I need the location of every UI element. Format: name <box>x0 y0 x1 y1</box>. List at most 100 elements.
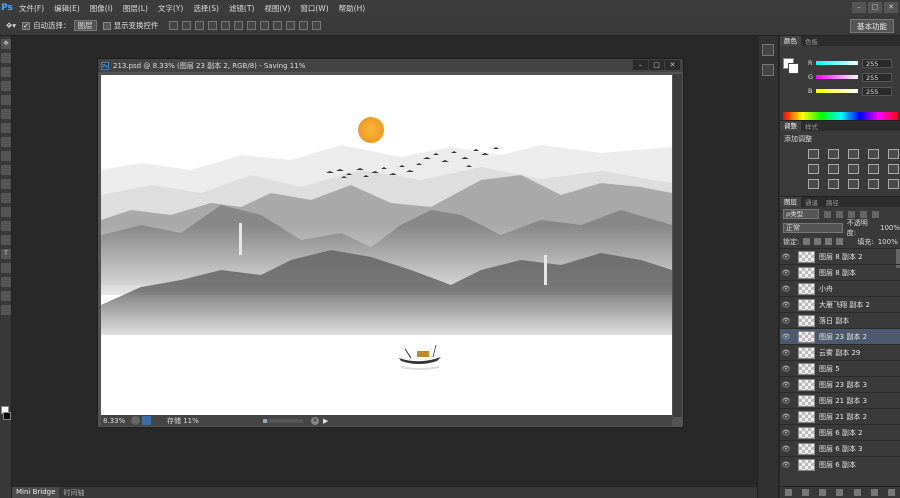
menu-view[interactable]: 视图(V) <box>259 3 295 14</box>
layer-row[interactable]: 👁 大雁飞翔 副本 2 <box>780 296 900 312</box>
visibility-eye-icon[interactable]: 👁 <box>780 461 792 469</box>
visibility-eye-icon[interactable]: 👁 <box>780 333 792 341</box>
quick-select-tool-icon[interactable] <box>1 81 11 91</box>
visibility-eye-icon[interactable]: 👁 <box>780 285 792 293</box>
healing-brush-tool-icon[interactable] <box>1 123 11 133</box>
eraser-tool-icon[interactable] <box>1 179 11 189</box>
opacity-value[interactable]: 100% <box>880 224 900 232</box>
align-left-icon[interactable] <box>207 21 217 30</box>
brush-tool-icon[interactable] <box>1 137 11 147</box>
history-panel-icon[interactable] <box>762 44 774 56</box>
hue-saturation-icon[interactable] <box>808 164 819 174</box>
doc-minimize-button[interactable]: – <box>633 60 648 70</box>
layer-row[interactable]: 👁 图层 23 副本 3 <box>780 376 900 392</box>
crop-tool-icon[interactable] <box>1 95 11 105</box>
visibility-eye-icon[interactable]: 👁 <box>780 349 792 357</box>
green-value-field[interactable]: 255 <box>862 72 892 82</box>
shape-tool-icon[interactable] <box>1 277 11 287</box>
menu-edit[interactable]: 编辑(E) <box>49 3 85 14</box>
dodge-tool-icon[interactable] <box>1 221 11 231</box>
layer-row[interactable]: 👁 图层 6 副本 3 <box>780 440 900 456</box>
show-transform-option[interactable]: 显示变换控件 <box>102 20 159 31</box>
trash-icon[interactable] <box>887 489 895 496</box>
filter-pixel-icon[interactable] <box>824 210 831 218</box>
lasso-tool-icon[interactable] <box>1 67 11 77</box>
layer-filter-dropdown[interactable]: ρ类型 <box>783 209 819 219</box>
align-right-icon[interactable] <box>233 21 243 30</box>
history-brush-tool-icon[interactable] <box>1 165 11 175</box>
zoom-level[interactable]: 8.33% <box>101 417 131 425</box>
brightness-contrast-icon[interactable] <box>808 149 819 159</box>
distribute-right-icon[interactable] <box>311 21 321 30</box>
blur-tool-icon[interactable] <box>1 207 11 217</box>
distribute-top-icon[interactable] <box>246 21 256 30</box>
link-icon[interactable] <box>785 489 793 496</box>
distribute-vcenter-icon[interactable] <box>259 21 269 30</box>
fx-icon[interactable] <box>802 489 810 496</box>
new-layer-icon[interactable] <box>870 489 878 496</box>
document-canvas[interactable] <box>101 75 672 415</box>
layer-row[interactable]: 👁 图层 21 副本 3 <box>780 392 900 408</box>
layer-row[interactable]: 👁 图层 8 副本 2 <box>780 248 900 264</box>
color-balance-icon[interactable] <box>828 164 839 174</box>
auto-select-checkbox[interactable]: ✓ <box>22 21 31 30</box>
visibility-eye-icon[interactable]: 👁 <box>780 301 792 309</box>
layer-row[interactable]: 👁 落日 副本 <box>780 312 900 328</box>
gradient-map-icon[interactable] <box>888 179 899 189</box>
fill-value[interactable]: 100% <box>878 238 898 246</box>
layer-row[interactable]: 👁 图层 23 副本 2 <box>780 328 900 344</box>
doc-close-button[interactable]: ✕ <box>665 60 680 70</box>
status-menu-arrow-icon[interactable]: ▶ <box>323 417 328 425</box>
align-top-icon[interactable] <box>168 21 178 30</box>
layer-row[interactable]: 👁 图层 6 副本 2 <box>780 424 900 440</box>
path-select-tool-icon[interactable] <box>1 263 11 273</box>
visibility-eye-icon[interactable]: 👁 <box>780 381 792 389</box>
visibility-eye-icon[interactable]: 👁 <box>780 397 792 405</box>
background-color-swatch[interactable] <box>3 412 11 420</box>
visibility-eye-icon[interactable]: 👁 <box>780 413 792 421</box>
properties-panel-icon[interactable] <box>762 64 774 76</box>
folder-icon[interactable] <box>853 489 861 496</box>
blue-slider[interactable] <box>816 89 858 93</box>
tab-channels[interactable]: 通道 <box>801 197 822 207</box>
auto-select-option[interactable]: ✓ 自动选择： 图层 <box>22 20 97 31</box>
layer-row[interactable]: 👁 图层 21 副本 2 <box>780 408 900 424</box>
tab-paths[interactable]: 路径 <box>822 197 843 207</box>
curves-icon[interactable] <box>848 149 859 159</box>
document-titlebar[interactable]: Ps 213.psd @ 8.33% (图层 23 副本 2, RGB/8) -… <box>98 59 683 72</box>
filter-type-icon[interactable] <box>848 210 855 218</box>
layer-row[interactable]: 👁 图层 8 副本 <box>780 264 900 280</box>
tab-timeline[interactable]: 时间轴 <box>59 488 88 498</box>
menu-layer[interactable]: 图层(L) <box>118 3 153 14</box>
menu-select[interactable]: 选择(S) <box>188 3 224 14</box>
visibility-eye-icon[interactable]: 👁 <box>780 269 792 277</box>
menu-type[interactable]: 文字(Y) <box>153 3 188 14</box>
visibility-eye-icon[interactable]: 👁 <box>780 253 792 261</box>
pen-tool-icon[interactable] <box>1 235 11 245</box>
levels-icon[interactable] <box>828 149 839 159</box>
marquee-tool-icon[interactable] <box>1 53 11 63</box>
selective-color-icon[interactable] <box>868 179 879 189</box>
visibility-eye-icon[interactable]: 👁 <box>780 317 792 325</box>
distribute-bottom-icon[interactable] <box>272 21 282 30</box>
lock-position-icon[interactable] <box>825 238 833 245</box>
tab-adjustments[interactable]: 调整 <box>780 121 801 131</box>
tab-mini-bridge[interactable]: Mini Bridge <box>12 487 60 498</box>
distribute-left-icon[interactable] <box>285 21 295 30</box>
menu-filter[interactable]: 滤镜(T) <box>224 3 259 14</box>
type-tool-icon[interactable]: T <box>1 249 11 259</box>
panel-background-swatch[interactable] <box>788 63 799 74</box>
filter-adjustment-icon[interactable] <box>836 210 843 218</box>
workspace-switcher[interactable]: 基本功能 <box>850 19 894 33</box>
filter-smart-object-icon[interactable] <box>872 210 879 218</box>
maximize-button[interactable]: □ <box>868 2 882 13</box>
lock-all-icon[interactable] <box>836 238 844 245</box>
hand-tool-icon[interactable] <box>1 291 11 301</box>
menu-help[interactable]: 帮助(H) <box>334 3 371 14</box>
move-tool-icon[interactable]: ✥▾ <box>6 21 16 30</box>
blue-value-field[interactable]: 255 <box>862 86 892 96</box>
menu-image[interactable]: 图像(I) <box>85 3 118 14</box>
cancel-save-icon[interactable]: ✕ <box>311 416 319 425</box>
minimize-button[interactable]: – <box>852 2 866 13</box>
layer-row[interactable]: 👁 云雾 副本 29 <box>780 344 900 360</box>
